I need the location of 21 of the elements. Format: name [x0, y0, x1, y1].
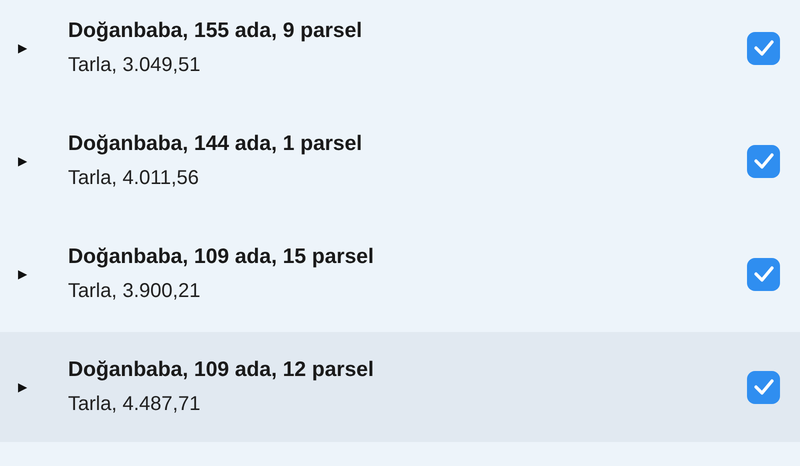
- parcel-title: Doğanbaba, 109 ada, 15 parsel: [68, 245, 375, 269]
- checkbox[interactable]: [747, 258, 780, 290]
- expand-arrow[interactable]: ▶: [18, 381, 68, 393]
- parcel-detail: Tarla, 3.049,51: [68, 54, 202, 77]
- expand-arrow[interactable]: ▶: [18, 42, 68, 54]
- parcel-title: Doğanbaba, 155 ada, 9 parsel: [68, 19, 364, 43]
- checkbox[interactable]: [747, 370, 780, 404]
- check-icon: [754, 40, 774, 56]
- checkbox[interactable]: [747, 144, 780, 178]
- checkbox[interactable]: [747, 32, 780, 64]
- check-icon: [754, 153, 774, 169]
- parcel-detail: Tarla, 4.487,71: [68, 393, 202, 416]
- parcel-detail: Tarla, 3.900,21: [68, 280, 202, 303]
- expand-arrow[interactable]: ▶: [18, 155, 68, 167]
- parcel-row[interactable]: ▶ Doğanbaba, 109 ada, 12 parsel Tarla, 4.487,71: [0, 332, 800, 442]
- parcel-title: Doğanbaba, 144 ada, 1 parsel: [68, 132, 364, 156]
- parcel-title: Doğanbaba, 109 ada, 12 parsel: [68, 358, 375, 382]
- check-icon: [754, 266, 774, 282]
- expand-arrow[interactable]: ▶: [18, 268, 68, 280]
- parcel-detail: Tarla, 4.011,56: [68, 167, 200, 190]
- check-icon: [754, 379, 774, 395]
